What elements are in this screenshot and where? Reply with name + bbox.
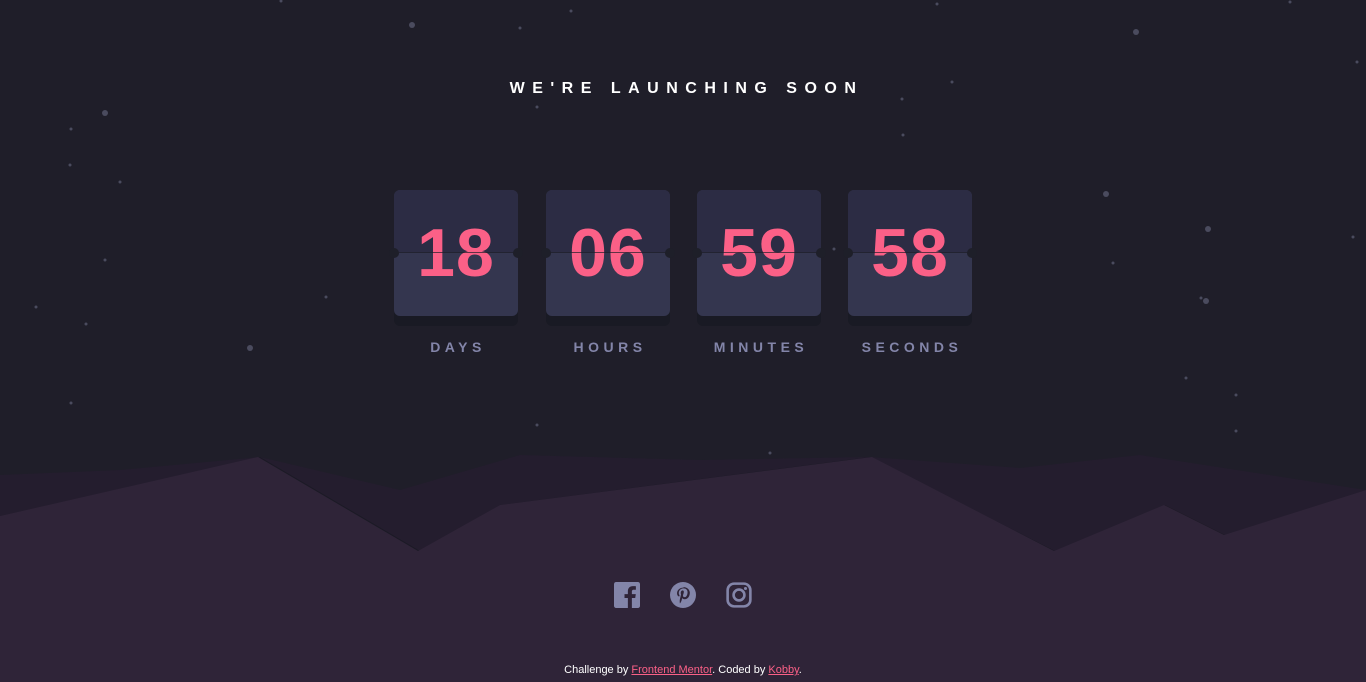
attribution-middle: . Coded by bbox=[712, 664, 769, 676]
social-links bbox=[614, 582, 754, 610]
flip-card-seconds: 58 bbox=[843, 190, 977, 316]
flip-card-days: 18 bbox=[389, 190, 523, 316]
hours-value: 06 bbox=[569, 215, 647, 291]
hours-label: HOURS bbox=[573, 339, 647, 355]
countdown-seconds: 58 SECONDS bbox=[843, 190, 977, 360]
flip-card-hours: 06 bbox=[541, 190, 675, 316]
flip-card-minutes: 59 bbox=[692, 190, 826, 316]
minutes-value: 59 bbox=[720, 215, 798, 291]
days-value: 18 bbox=[417, 215, 495, 291]
countdown-minutes: 59 MINUTES bbox=[692, 190, 826, 360]
minutes-label: MINUTES bbox=[713, 339, 809, 355]
attribution-prefix: Challenge by bbox=[564, 664, 632, 676]
seconds-value: 58 bbox=[871, 215, 949, 291]
page-title: WE'RE LAUNCHING SOON bbox=[509, 80, 864, 97]
instagram-icon[interactable] bbox=[726, 582, 752, 608]
seconds-label: SECONDS bbox=[861, 339, 963, 355]
facebook-icon[interactable] bbox=[614, 582, 640, 608]
countdown-timer: 18 DAYS 06 HOURS 59 MINUTES 58 SECONDS bbox=[389, 190, 977, 360]
attribution: Challenge by Frontend Mentor. Coded by K… bbox=[0, 664, 1366, 676]
countdown-days: 18 DAYS bbox=[389, 190, 523, 360]
author-link[interactable]: Kobby bbox=[768, 664, 798, 676]
pinterest-icon[interactable] bbox=[670, 582, 696, 608]
attribution-suffix: . bbox=[798, 664, 802, 676]
countdown-hours: 06 HOURS bbox=[541, 190, 675, 360]
days-label: DAYS bbox=[430, 339, 486, 355]
frontend-mentor-link[interactable]: Frontend Mentor bbox=[631, 664, 712, 676]
